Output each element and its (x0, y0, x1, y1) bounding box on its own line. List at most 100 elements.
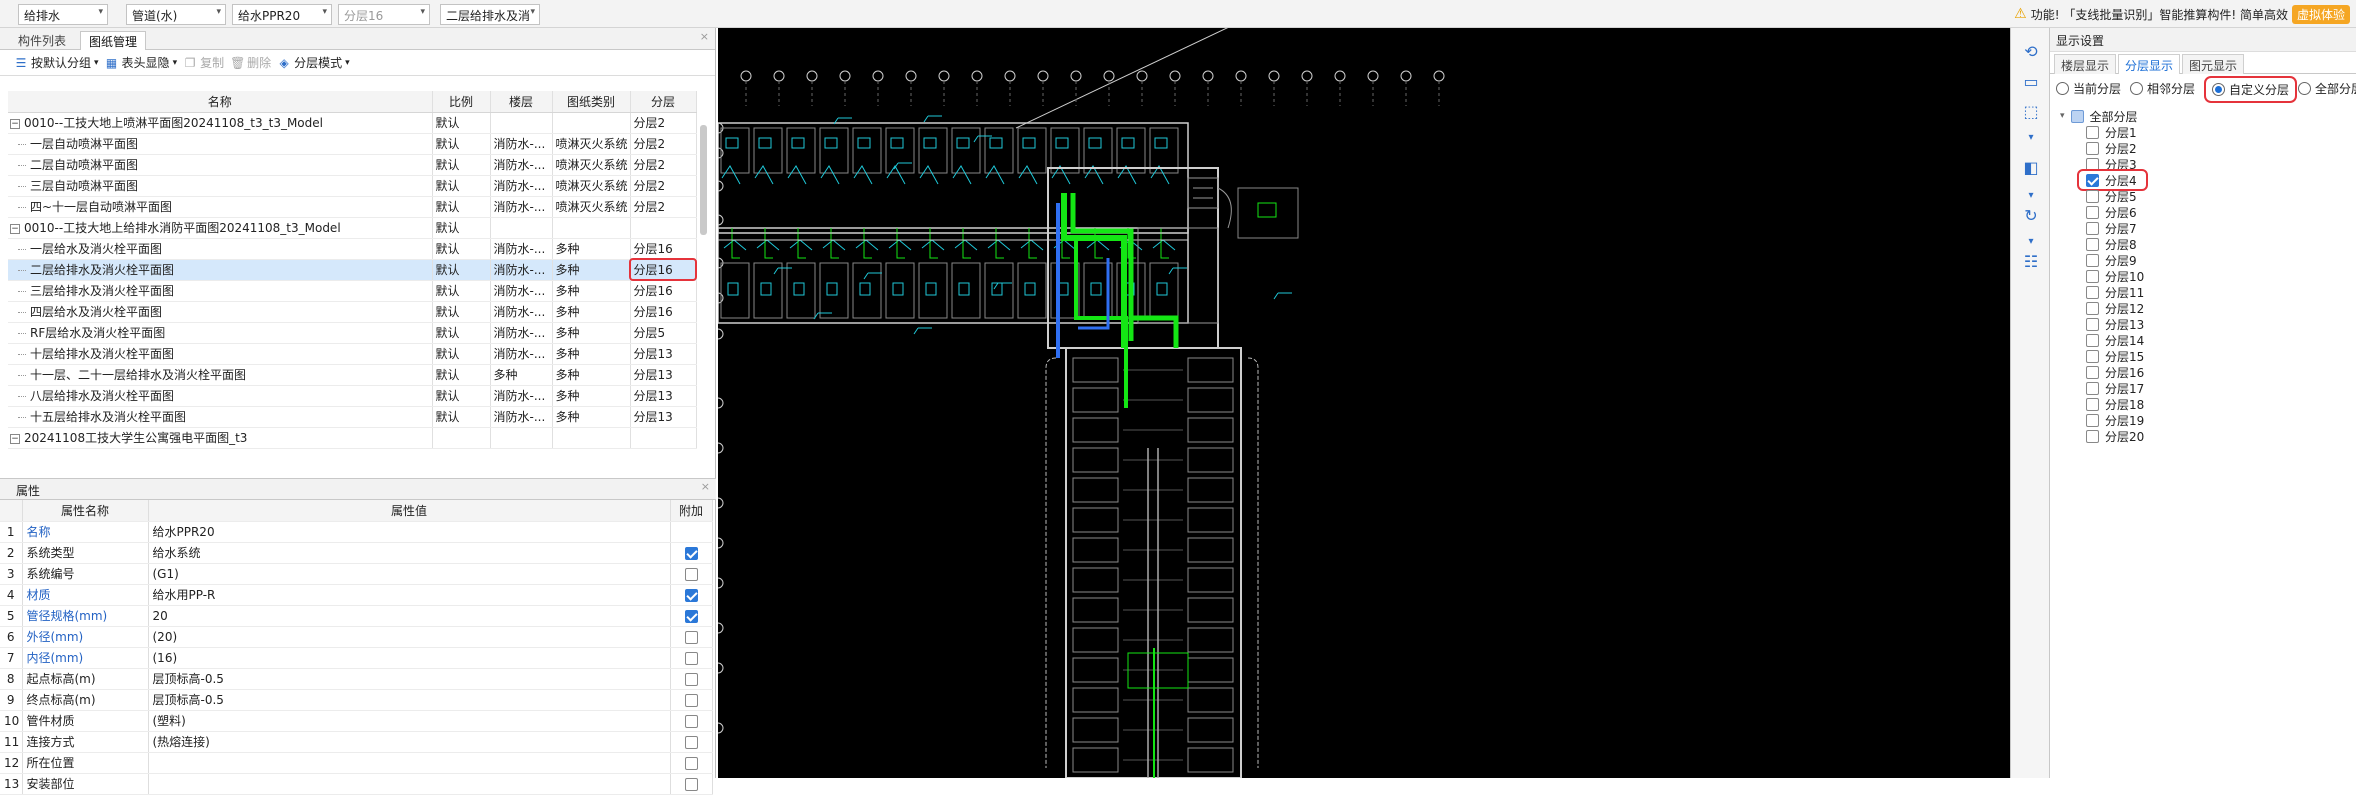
property-value[interactable]: 给水PPR20 (148, 521, 671, 543)
property-value[interactable]: (G1) (148, 563, 671, 585)
cell-scale[interactable]: 默认 (432, 364, 491, 386)
layer-item[interactable]: 分层3 (2086, 156, 2137, 172)
layer-checkbox[interactable] (2086, 381, 2099, 395)
property-row[interactable]: 8 起点标高(m) 层顶标高-0.5 (0, 668, 713, 690)
cell-layer[interactable]: 分层13 (630, 385, 697, 407)
cell-type[interactable] (552, 427, 631, 449)
property-row[interactable]: 5 管径规格(mm) 20 (0, 605, 713, 627)
header-toggle-button[interactable]: ▦ 表头显隐 ▾ (105, 54, 177, 71)
layer-item[interactable]: 分层6 (2086, 204, 2137, 220)
table-row[interactable]: −0010--工技大地上给排水消防平面图20241108_t3_Model 默认 (8, 217, 697, 239)
property-value[interactable]: (热熔连接) (148, 731, 671, 753)
view-3d-icon[interactable]: ⬚ (2020, 102, 2042, 122)
chevron-down-icon[interactable]: ▾ (2020, 186, 2042, 206)
attach-checkbox[interactable] (684, 567, 698, 581)
table-row[interactable]: 三层给排水及消火栓平面图 默认 消防水-... 多种 分层16 (8, 280, 697, 302)
cell-type[interactable] (552, 112, 631, 134)
cell-type[interactable]: 喷淋灭火系统 (552, 133, 631, 155)
property-value[interactable] (148, 752, 671, 774)
drawing-name-cell[interactable]: 八层给排水及消火栓平面图 (8, 385, 433, 407)
cell-scale[interactable]: 默认 (432, 406, 491, 428)
table-row[interactable]: 三层自动喷淋平面图 默认 消防水-... 喷淋灭火系统 分层2 (8, 175, 697, 197)
cell-layer[interactable]: 分层16 (629, 258, 697, 281)
tab-layer-display[interactable]: 分层显示 (2118, 54, 2181, 74)
cell-type[interactable]: 多种 (552, 343, 631, 365)
attach-checkbox[interactable] (684, 588, 698, 602)
cell-floor[interactable]: 多种 (490, 364, 553, 386)
property-row[interactable]: 4 材质 给水用PP-R (0, 584, 713, 606)
chevron-down-icon[interactable]: ▾ (2020, 128, 2042, 148)
cell-scale[interactable]: 默认 (432, 154, 491, 176)
cell-floor[interactable]: 消防水-... (490, 175, 553, 197)
cell-floor[interactable]: 消防水-... (490, 196, 553, 218)
group-button[interactable]: ☰ 按默认分组 ▾ (14, 54, 99, 71)
tab-element-display[interactable]: 图元显示 (2182, 54, 2245, 74)
cell-floor[interactable]: 消防水-... (490, 280, 553, 302)
cell-type[interactable]: 喷淋灭火系统 (552, 154, 631, 176)
layer-item[interactable]: 分层14 (2086, 332, 2144, 348)
attach-checkbox[interactable] (684, 672, 698, 686)
cell-layer[interactable]: 分层2 (630, 196, 697, 218)
scrollbar[interactable] (700, 125, 707, 235)
property-row[interactable]: 2 系统类型 给水系统 (0, 542, 713, 564)
cell-type[interactable]: 多种 (552, 280, 631, 302)
col-layer[interactable]: 分层 (630, 91, 697, 113)
drawing-name-cell[interactable]: −0010--工技大地上给排水消防平面图20241108_t3_Model (8, 217, 433, 239)
cell-type[interactable]: 多种 (552, 364, 631, 386)
attach-checkbox[interactable] (684, 693, 698, 707)
cell-type[interactable]: 喷淋灭火系统 (552, 175, 631, 197)
property-row[interactable]: 12 所在位置 (0, 752, 713, 774)
attach-checkbox[interactable] (684, 651, 698, 665)
cell-layer[interactable]: 分层13 (630, 343, 697, 365)
cell-layer[interactable]: 分层16 (630, 238, 697, 260)
property-row[interactable]: 7 内径(mm) (16) (0, 647, 713, 669)
copy-button[interactable]: ❐ 复制 (183, 54, 224, 71)
table-row[interactable]: 一层自动喷淋平面图 默认 消防水-... 喷淋灭火系统 分层2 (8, 133, 697, 155)
property-value[interactable]: 层顶标高-0.5 (148, 689, 671, 711)
cell-type[interactable]: 多种 (552, 385, 631, 407)
radio-adjacent-layer[interactable]: 相邻分层 (2130, 80, 2195, 97)
radio-all-layers[interactable]: 全部分层 (2298, 80, 2356, 97)
layer-checkbox[interactable] (2086, 141, 2099, 155)
layer-item[interactable]: 分层11 (2086, 284, 2144, 300)
drawing-name-cell[interactable]: 十一层、二十一层给排水及消火栓平面图 (8, 364, 433, 386)
radio-current-layer[interactable]: 当前分层 (2056, 80, 2121, 97)
cell-layer[interactable]: 分层16 (630, 280, 697, 302)
cell-scale[interactable]: 默认 (432, 238, 491, 260)
attach-checkbox[interactable] (684, 714, 698, 728)
attach-checkbox[interactable] (684, 735, 698, 749)
attach-checkbox[interactable] (684, 546, 698, 560)
close-icon[interactable]: × (701, 480, 710, 493)
cell-layer[interactable]: 分层2 (630, 133, 697, 155)
layer-item[interactable]: 分层12 (2086, 300, 2144, 316)
cell-floor[interactable] (490, 427, 553, 449)
component-name-dropdown[interactable]: 给水PPR20 ▾ (232, 4, 332, 25)
cell-layer[interactable]: 分层2 (630, 112, 697, 134)
cell-floor[interactable]: 消防水-... (490, 259, 553, 281)
radio-custom-layer[interactable]: 自定义分层 (2203, 76, 2298, 103)
cell-scale[interactable]: 默认 (432, 133, 491, 155)
layer-item[interactable]: 分层7 (2086, 220, 2137, 236)
drawing-name-cell[interactable]: 一层给水及消火栓平面图 (8, 238, 433, 260)
layer-item[interactable]: 分层20 (2086, 428, 2144, 444)
cell-scale[interactable]: 默认 (432, 175, 491, 197)
notice-text[interactable]: 功能! 「支线批量识别」智能推算构件! 简单高效 (2031, 6, 2288, 23)
cell-layer[interactable]: 分层13 (630, 406, 697, 428)
cell-type[interactable]: 多种 (552, 259, 631, 281)
layer-item[interactable]: 分层9 (2086, 252, 2137, 268)
cube-icon[interactable]: ◧ (2020, 158, 2042, 178)
cell-floor[interactable]: 消防水-... (490, 238, 553, 260)
table-row[interactable]: 十五层给排水及消火栓平面图 默认 消防水-... 多种 分层13 (8, 406, 697, 428)
notice-banner[interactable]: ⚠ 功能! 「支线批量识别」智能推算构件! 简单高效 虚拟体验 (2014, 3, 2350, 25)
layer-item[interactable]: 分层1 (2086, 124, 2137, 140)
drawing-name-cell[interactable]: 二层给排水及消火栓平面图 (8, 259, 433, 281)
cell-layer[interactable]: 分层2 (630, 154, 697, 176)
property-value[interactable]: 给水用PP-R (148, 584, 671, 606)
layer-mode-button[interactable]: ◈ 分层模式 ▾ (277, 54, 350, 71)
attach-checkbox[interactable] (684, 756, 698, 770)
property-value[interactable]: 20 (148, 605, 671, 627)
property-value[interactable]: (16) (148, 647, 671, 669)
drawing-name-cell[interactable]: 三层给排水及消火栓平面图 (8, 280, 433, 302)
layer-checkbox[interactable] (2086, 285, 2099, 299)
property-value[interactable]: (20) (148, 626, 671, 648)
